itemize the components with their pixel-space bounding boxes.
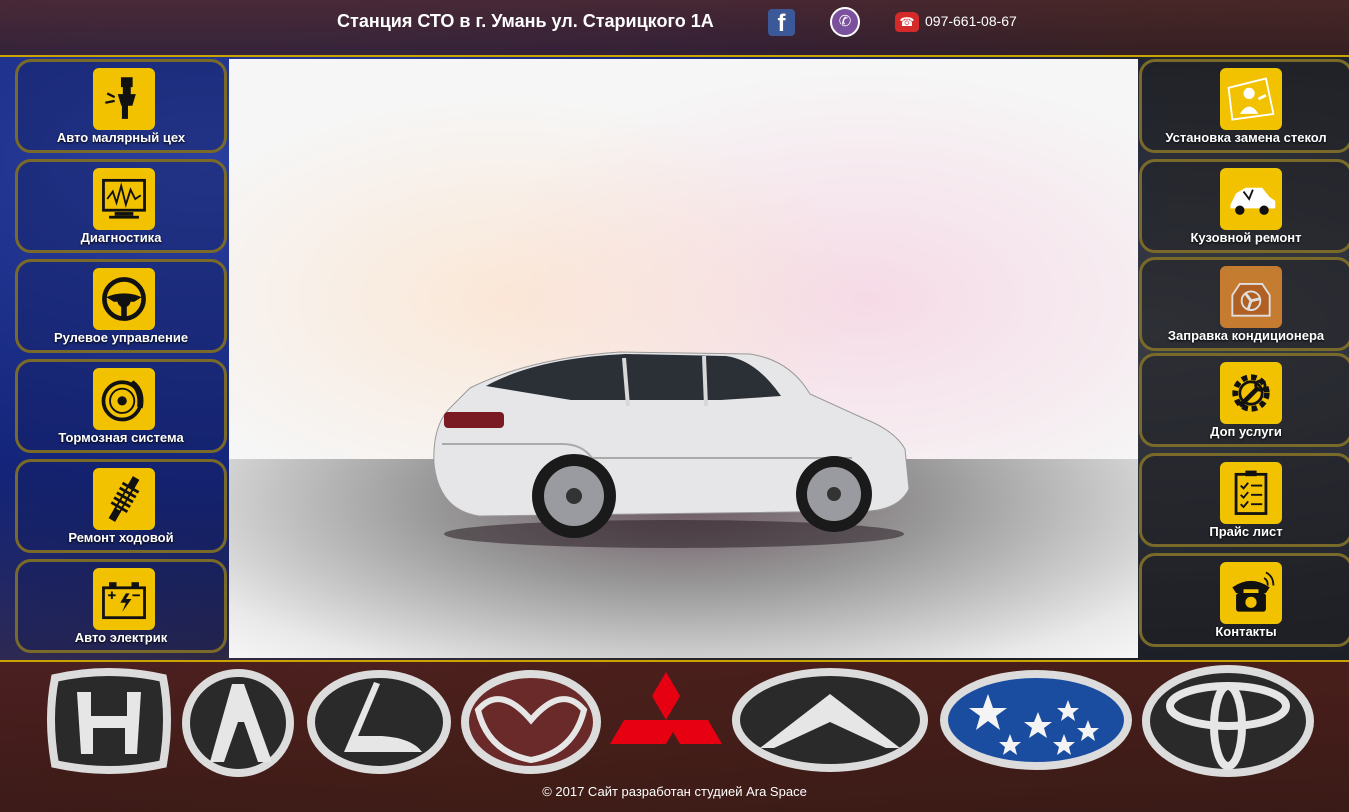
toyota-logo[interactable]	[1140, 664, 1316, 778]
menu-item-diagnostics[interactable]: Диагностика	[15, 159, 227, 253]
menu-item-label: Диагностика	[80, 230, 162, 245]
site-title: Станция СТО в г. Умань ул. Старицкого 1А	[337, 11, 714, 31]
ac-fan-icon	[1220, 266, 1282, 328]
menu-item-brakes[interactable]: Тормозная система	[15, 359, 227, 453]
menu-item-suspension[interactable]: Ремонт ходовой	[15, 459, 227, 553]
shock-absorber-icon	[93, 468, 155, 530]
infiniti-logo[interactable]	[730, 666, 930, 774]
menu-item-label: Авто электрик	[74, 630, 168, 645]
menu-item-price-list[interactable]: Прайс лист	[1139, 453, 1349, 547]
phone-icon: ☎	[895, 12, 919, 32]
clipboard-checklist-icon	[1220, 462, 1282, 524]
telephone-icon	[1220, 562, 1282, 624]
lexus-logo[interactable]	[306, 668, 452, 776]
menu-item-paint-shop[interactable]: Авто малярный цех	[15, 59, 227, 153]
car-image	[433, 351, 910, 548]
mazda-logo[interactable]	[460, 668, 602, 776]
honda-logo[interactable]	[47, 668, 171, 774]
diagnostic-monitor-icon	[93, 168, 155, 230]
viber-icon[interactable]: ✆	[830, 7, 860, 37]
menu-item-steering[interactable]: Рулевое управление	[15, 259, 227, 353]
subaru-logo[interactable]	[938, 668, 1134, 772]
facebook-icon[interactable]: f	[768, 9, 795, 37]
menu-item-extra-services[interactable]: Доп услуги	[1139, 353, 1349, 447]
phone-number[interactable]: 097-661-08-67	[925, 13, 1017, 29]
acura-logo[interactable]	[180, 668, 296, 778]
footer-copyright: © 2017 Сайт разработан студией Ara Space	[542, 784, 807, 799]
menu-item-label: Рулевое управление	[53, 330, 189, 345]
menu-item-body-repair[interactable]: Кузовной ремонт	[1139, 159, 1349, 253]
gear-wrench-icon	[1220, 362, 1282, 424]
menu-item-electrician[interactable]: Авто электрик	[15, 559, 227, 653]
car-battery-icon	[93, 568, 155, 630]
menu-item-glass[interactable]: Установка замена стекол	[1139, 59, 1349, 153]
menu-item-label: Тормозная система	[58, 430, 184, 445]
menu-item-label: Кузовной ремонт	[1190, 230, 1302, 245]
brake-disc-icon	[93, 368, 155, 430]
car-body-icon	[1220, 168, 1282, 230]
menu-item-label: Прайс лист	[1209, 524, 1283, 539]
mitsubishi-logo[interactable]	[607, 670, 725, 772]
steering-wheel-icon	[93, 268, 155, 330]
menu-item-ac-refill[interactable]: Заправка кондиционера	[1139, 257, 1349, 351]
menu-item-label: Контакты	[1215, 624, 1277, 639]
menu-item-contacts[interactable]: Контакты	[1139, 553, 1349, 647]
header-bar: Станция СТО в г. Умань ул. Старицкого 1А…	[0, 0, 1349, 57]
spray-gun-icon	[93, 68, 155, 130]
menu-item-label: Авто малярный цех	[56, 130, 186, 145]
menu-item-label: Заправка кондиционера	[1167, 328, 1325, 343]
menu-item-label: Доп услуги	[1210, 424, 1282, 439]
hero-car-showcase	[229, 59, 1138, 658]
glass-installer-icon	[1220, 68, 1282, 130]
menu-item-label: Установка замена стекол	[1165, 130, 1327, 145]
menu-item-label: Ремонт ходовой	[68, 530, 174, 545]
